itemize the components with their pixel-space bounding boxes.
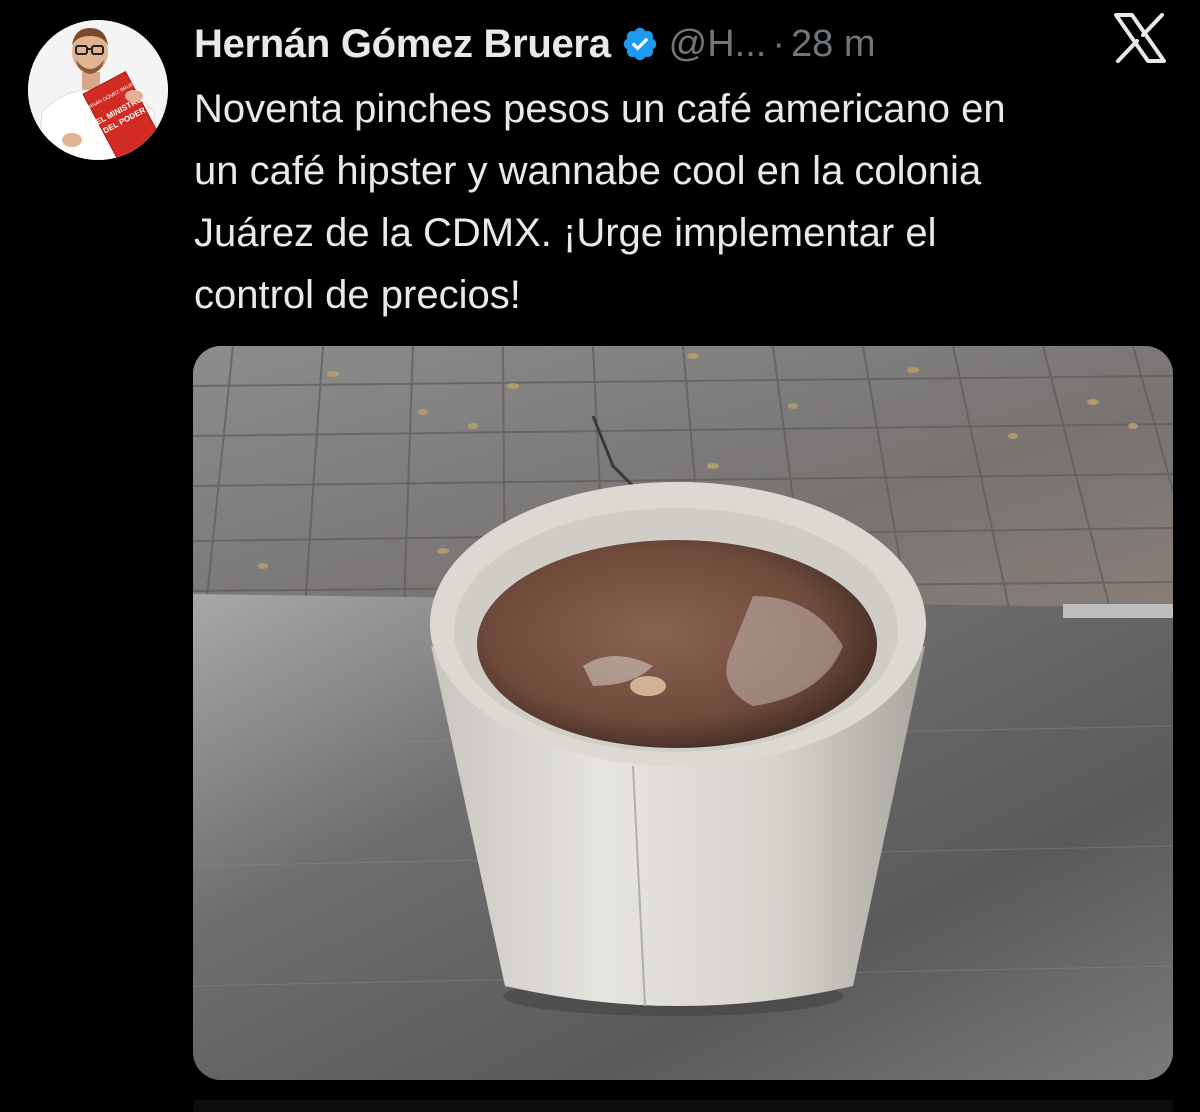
- tweet-text: Noventa pinches pesos un café americano …: [194, 87, 1006, 317]
- tweet-photo[interactable]: [193, 346, 1173, 1080]
- x-logo-icon: [1114, 13, 1166, 63]
- verified-badge-icon: [623, 27, 656, 61]
- tweet-footer-edge: [193, 1100, 1173, 1112]
- timestamp[interactable]: 28 m: [791, 23, 875, 66]
- separator-dot: ·: [772, 22, 786, 65]
- display-name[interactable]: Hernán Gómez Bruera: [194, 22, 611, 67]
- tweet-header: Hernán Gómez Bruera @H... · 28 m: [194, 16, 876, 72]
- tweet: HERNÁN GÓMEZ BRUERA EL MINISTRO DEL PODE…: [0, 0, 1200, 1112]
- handle[interactable]: @H...: [669, 23, 767, 66]
- avatar[interactable]: HERNÁN GÓMEZ BRUERA EL MINISTRO DEL PODE…: [28, 20, 168, 160]
